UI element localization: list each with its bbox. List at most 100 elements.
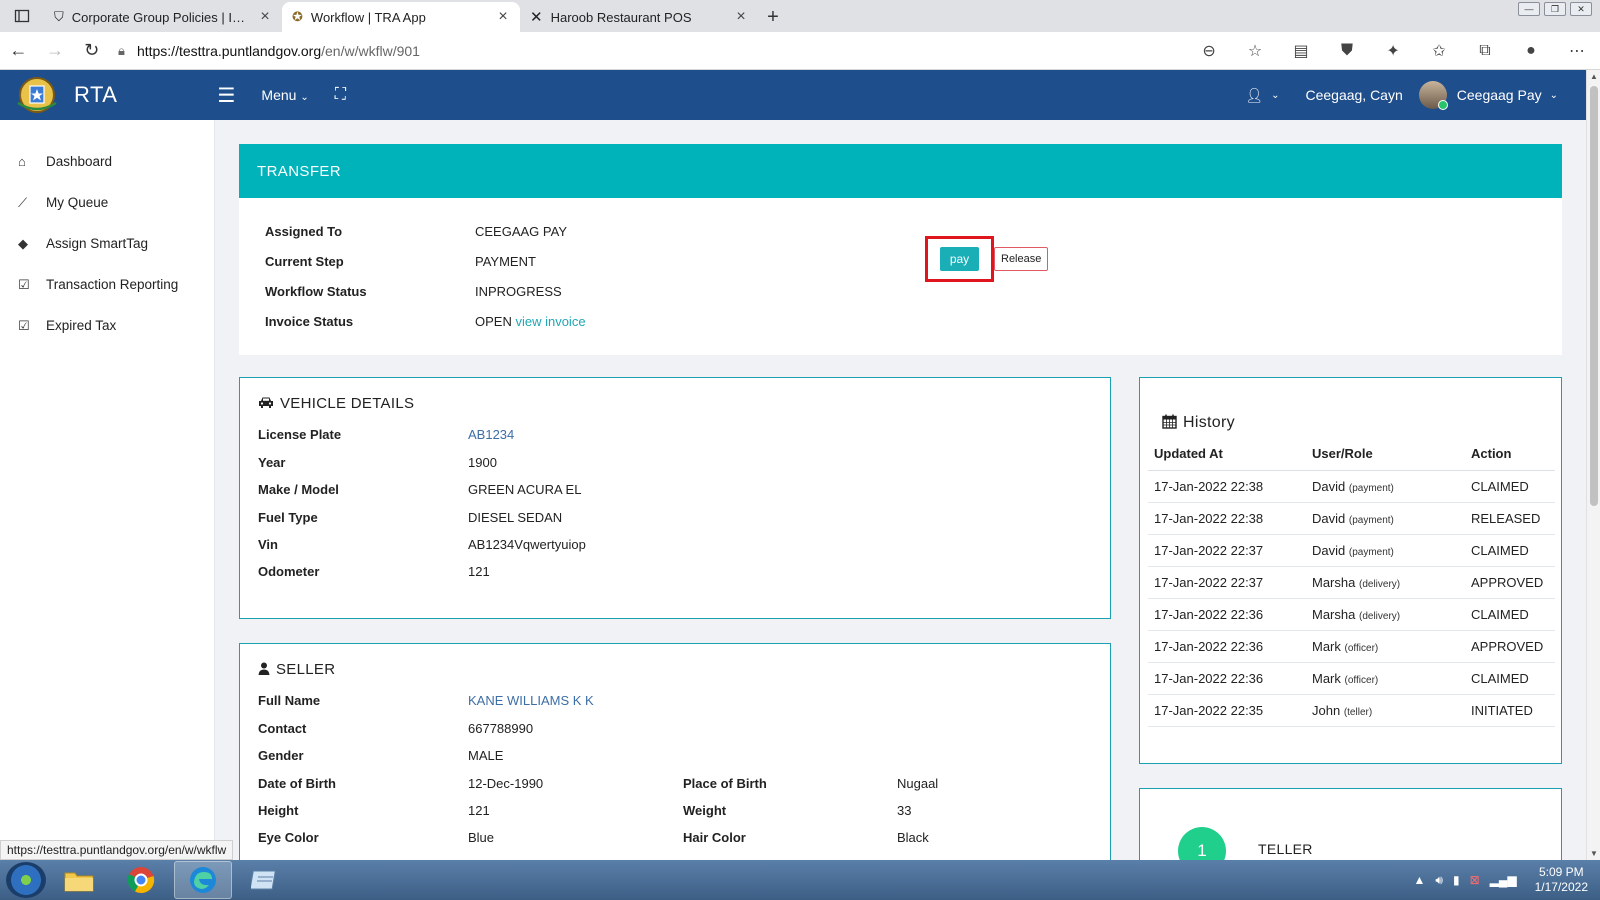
field-label: Current Step <box>265 253 344 269</box>
emblem-icon: ✪ <box>292 9 303 24</box>
back-icon[interactable]: ← <box>0 32 37 70</box>
battery-icon[interactable]: ▮ <box>1453 873 1460 887</box>
tab-actions-icon[interactable] <box>0 0 44 32</box>
network-error-icon[interactable]: ⊠ <box>1470 873 1480 887</box>
main-content: TRANSFER Assigned To CEEGAAG PAY Current… <box>215 120 1586 860</box>
browser-tab[interactable]: ✕ Haroob Restaurant POS × <box>520 2 758 32</box>
vehicle-row: License Plate AB1234 <box>258 421 514 448</box>
car-icon <box>258 396 274 412</box>
tab-label: Workflow | TRA App <box>310 9 426 25</box>
history-updated-at: 17-Jan-2022 22:38 <box>1148 470 1306 503</box>
cross-utensils-icon: ✕ <box>530 9 543 26</box>
browser-tab-active[interactable]: ✪ Workflow | TRA App × <box>282 2 520 32</box>
history-action: CLAIMED <box>1465 534 1555 567</box>
chevron-down-icon[interactable]: ⌄ <box>1271 90 1279 101</box>
edge-icon[interactable] <box>174 861 232 899</box>
forward-icon[interactable]: → <box>37 32 74 70</box>
url-field[interactable]: 🔒︎ https://testtra.puntlandgov.org/en/w/… <box>110 36 1182 66</box>
field-invoice-status: Invoice Status OPEN view invoice <box>265 306 586 336</box>
seller-row: Contact 667788990 <box>258 715 533 742</box>
history-role: (payment) <box>1348 514 1394 526</box>
close-icon[interactable]: × <box>734 8 748 26</box>
zoom-out-icon[interactable]: ⊖ <box>1186 41 1232 61</box>
browser-tab[interactable]: ⛉ Corporate Group Policies | Insura × <box>44 2 282 32</box>
window-controls: — ❐ ✕ <box>1518 0 1600 32</box>
history-user: David <box>1312 478 1346 494</box>
scroll-up-icon[interactable]: ▲ <box>1587 72 1600 81</box>
field-value: 121 <box>468 564 490 579</box>
favorites-icon[interactable]: ✩ <box>1416 41 1462 61</box>
profile-icon[interactable]: ● <box>1508 42 1554 60</box>
view-invoice-link[interactable]: view invoice <box>515 314 585 329</box>
notepad-icon[interactable] <box>236 861 294 899</box>
volume-icon[interactable]: 🔊︎ <box>1435 873 1443 888</box>
history-user: David <box>1312 510 1346 526</box>
hamburger-icon[interactable]: ☰ <box>217 83 235 108</box>
sidebar-item-transaction-reporting[interactable]: ☑ Transaction Reporting <box>0 264 214 305</box>
history-role: (delivery) <box>1358 578 1401 590</box>
start-button[interactable] <box>6 862 46 898</box>
more-icon[interactable]: ⋯ <box>1554 41 1600 61</box>
chrome-icon[interactable] <box>112 861 170 899</box>
step-label: TELLER <box>1258 841 1313 857</box>
menu-dropdown[interactable]: Menu ⌄ <box>261 87 308 103</box>
chevron-down-icon[interactable]: ⌄ <box>1550 90 1558 101</box>
collections-icon[interactable]: ⧉ <box>1462 42 1508 60</box>
transfer-actions: pay Release <box>925 236 1049 282</box>
history-user-role: Mark (officer) <box>1306 662 1465 695</box>
field-value: 667788990 <box>468 721 534 736</box>
release-button[interactable]: Release <box>994 247 1049 271</box>
field-label: Odometer <box>258 564 320 579</box>
account-menu[interactable]: Ceegaag Pay <box>1457 87 1542 103</box>
close-icon[interactable]: × <box>496 8 510 26</box>
clock[interactable]: 5:09 PM 1/17/2022 <box>1535 865 1588 895</box>
history-user: John <box>1312 702 1341 718</box>
avatar[interactable] <box>1418 81 1448 110</box>
sidebar-item-expired-tax[interactable]: ☑ Expired Tax <box>0 305 214 346</box>
scrollbar-thumb[interactable] <box>1590 86 1598 506</box>
user-name[interactable]: Ceegaag, Cayn <box>1305 87 1402 103</box>
minimize-icon[interactable]: — <box>1518 2 1540 16</box>
favorite-add-icon[interactable]: ☆ <box>1232 41 1278 61</box>
history-user: Mark <box>1312 638 1341 654</box>
history-action: RELEASED <box>1465 502 1555 535</box>
history-user: Marsha <box>1312 574 1356 590</box>
shield-icon: ⛉ <box>54 9 64 24</box>
extensions-icon[interactable]: ✦ <box>1370 41 1416 61</box>
rta-logo[interactable] <box>12 72 62 118</box>
tray-expand-icon[interactable]: ▲ <box>1414 873 1426 887</box>
shield-extension-icon[interactable]: ⛊ <box>1324 42 1370 60</box>
sidebar-item-my-queue[interactable]: ⟋ My Queue <box>0 182 214 223</box>
fullscreen-icon[interactable]: ⛶ <box>335 86 346 104</box>
transfer-fields: Assigned To CEEGAAG PAY Current Step PAY… <box>265 216 586 336</box>
seller-row: Gender MALE <box>258 742 503 769</box>
table-row: 17-Jan-2022 22:35 John (teller) INITIATED <box>1148 694 1555 727</box>
history-action: CLAIMED <box>1465 470 1555 503</box>
scroll-down-icon[interactable]: ▼ <box>1587 849 1600 858</box>
file-explorer-icon[interactable] <box>50 861 108 899</box>
page-scrollbar[interactable]: ▲ ▼ <box>1586 70 1600 860</box>
license-plate-link[interactable]: AB1234 <box>468 427 514 442</box>
sidebar-item-label: Assign SmartTag <box>46 236 149 251</box>
close-window-icon[interactable]: ✕ <box>1570 2 1592 16</box>
restore-icon[interactable]: ❐ <box>1544 2 1566 16</box>
signal-icon[interactable]: ▂▄▆ <box>1490 873 1517 887</box>
close-icon[interactable]: × <box>258 8 272 26</box>
sidebar-item-dashboard[interactable]: ⌂ Dashboard <box>0 141 214 182</box>
refresh-icon[interactable]: ↻ <box>73 32 110 70</box>
new-tab-icon[interactable]: + <box>758 2 788 32</box>
step-number-badge: 1 <box>1178 827 1226 860</box>
history-role: (payment) <box>1348 482 1394 494</box>
pay-button[interactable]: pay <box>939 247 980 271</box>
field-label: Weight <box>683 803 727 818</box>
history-action: APPROVED <box>1465 566 1555 599</box>
url-path: /en/w/wkflw/901 <box>321 42 420 59</box>
reading-icon[interactable]: ▤ <box>1278 41 1324 61</box>
invoice-status-value: OPEN <box>475 313 512 329</box>
user-icon[interactable]: 👤︎ <box>1245 87 1263 104</box>
sidebar-item-label: Expired Tax <box>46 318 117 333</box>
brand-name[interactable]: RTA <box>74 82 117 108</box>
seller-name-link[interactable]: KANE WILLIAMS K K <box>468 693 594 708</box>
field-value: 121 <box>468 803 490 818</box>
sidebar-item-assign-smarttag[interactable]: ◆ Assign SmartTag <box>0 223 214 264</box>
